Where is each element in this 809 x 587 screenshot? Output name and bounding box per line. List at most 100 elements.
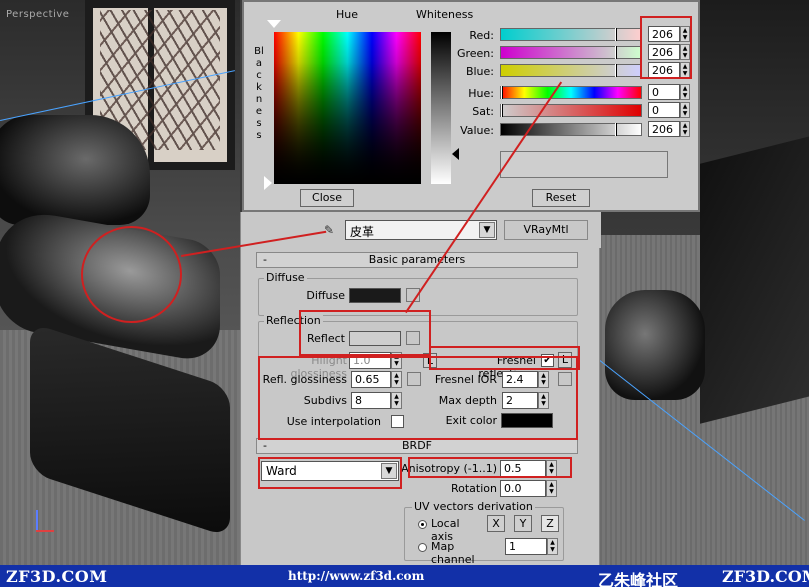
axis-y-button[interactable]: Y: [514, 515, 532, 532]
use-interpolation-label: Use interpolation: [286, 415, 381, 428]
fresnel-ior-input[interactable]: 2.4: [502, 371, 538, 388]
brdf-type-value: Ward: [266, 464, 297, 478]
spinner-arrows-icon[interactable]: ▲ ▼: [391, 392, 402, 409]
blue-label: Blue:: [465, 65, 494, 78]
brdf-type-dropdown[interactable]: Ward: [261, 461, 399, 481]
rotation-input[interactable]: 0.0: [500, 480, 546, 497]
reflect-map-button[interactable]: [406, 331, 420, 345]
sat-value[interactable]: 0: [648, 102, 680, 118]
slider-thumb[interactable]: [615, 123, 617, 136]
diffuse-color-swatch[interactable]: [349, 288, 401, 303]
spinner-arrows-icon[interactable]: ▲ ▼: [547, 538, 558, 555]
diffuse-map-button[interactable]: [406, 288, 420, 302]
value-slider[interactable]: [500, 123, 642, 136]
red-slider[interactable]: [500, 28, 642, 41]
watermark-bar: ZF3D.COM http://www.zf3d.com 乙朱峰社区 ZF3D.…: [0, 565, 809, 587]
close-button[interactable]: Close: [300, 189, 354, 207]
green-slider[interactable]: [500, 46, 642, 59]
use-interpolation-checkbox[interactable]: [391, 415, 404, 428]
local-axis-radio[interactable]: [418, 520, 427, 529]
reflect-color-swatch[interactable]: [349, 331, 401, 346]
axis-gizmo-icon: [28, 508, 58, 538]
exit-color-label: Exit color: [445, 414, 497, 427]
chevron-down-icon[interactable]: ▼: [381, 463, 397, 479]
material-name-row: ✎ 皮革 ▼ VRayMtl: [241, 212, 601, 248]
hue-value[interactable]: 0: [648, 84, 680, 100]
rollout-title: Basic parameters: [368, 253, 466, 266]
refl-glossiness-map-button[interactable]: [407, 372, 421, 386]
spinner-arrows-icon[interactable]: ▲ ▼: [546, 480, 557, 497]
map-channel-radio[interactable]: [418, 543, 427, 552]
blackness-marker-icon[interactable]: [264, 176, 272, 190]
fresnel-ior-map-button[interactable]: [558, 372, 572, 386]
spinner-arrows-icon[interactable]: ▲ ▼: [680, 44, 690, 60]
spinner-arrows-icon[interactable]: ▲ ▼: [546, 460, 557, 477]
viewport-perspective-left[interactable]: Perspective: [0, 0, 240, 565]
green-value[interactable]: 206: [648, 44, 680, 60]
viewport-object-dark: [700, 136, 809, 424]
whiteness-bar[interactable]: [431, 32, 451, 184]
material-name-field[interactable]: 皮革 ▼: [345, 220, 497, 240]
whiteness-title: Whiteness: [416, 8, 474, 21]
eyedropper-icon[interactable]: ✎: [321, 223, 337, 237]
spinner-arrows-icon[interactable]: ▲ ▼: [391, 371, 402, 388]
spinner-arrows-icon[interactable]: ▲ ▼: [680, 26, 690, 42]
diffuse-label: Diffuse: [306, 289, 345, 302]
uv-vectors-title: UV vectors derivation: [412, 500, 535, 513]
rollout-toggle-icon: -: [263, 439, 267, 452]
max-depth-label: Max depth: [438, 394, 497, 407]
hue-blackness-field[interactable]: [274, 32, 421, 184]
red-value[interactable]: 206: [648, 26, 680, 42]
slider-thumb[interactable]: [501, 86, 503, 99]
material-name-value: 皮革: [350, 225, 375, 239]
anisotropy-input[interactable]: 0.5: [500, 460, 546, 477]
refl-glossiness-input[interactable]: 0.65: [351, 371, 391, 388]
slider-thumb[interactable]: [501, 104, 503, 117]
sat-slider[interactable]: [500, 104, 642, 117]
rollout-basic-parameters[interactable]: - Basic parameters: [256, 252, 578, 268]
rollout-brdf[interactable]: - BRDF: [256, 438, 578, 454]
material-type-button[interactable]: VRayMtl: [504, 220, 588, 240]
axis-x-button[interactable]: X: [487, 515, 505, 532]
hue-row-label: Hue:: [468, 87, 494, 100]
spinner-arrows-icon[interactable]: ▲ ▼: [538, 371, 549, 388]
blue-slider[interactable]: [500, 64, 642, 77]
rollout-title: BRDF: [402, 439, 432, 452]
value-value[interactable]: 206: [648, 121, 680, 137]
watermark-url: http://www.zf3d.com: [288, 569, 425, 583]
spinner-arrows-icon[interactable]: ▲ ▼: [680, 62, 690, 78]
whiteness-marker-icon[interactable]: [452, 148, 459, 160]
viewport-label: Perspective: [6, 9, 70, 20]
hue-marker-icon[interactable]: [267, 20, 281, 28]
sat-label: Sat:: [472, 105, 494, 118]
subdivs-input[interactable]: 8: [351, 392, 391, 409]
anisotropy-label: Anisotropy (-1..1): [401, 462, 497, 475]
blackness-title: Blackness: [254, 46, 264, 141]
map-channel-input[interactable]: 1: [505, 538, 547, 555]
slider-thumb[interactable]: [615, 46, 617, 59]
spinner-arrows-icon[interactable]: ▲ ▼: [680, 84, 690, 100]
max-depth-input[interactable]: 2: [502, 392, 538, 409]
watermark-cn: 乙朱峰社区: [598, 571, 679, 587]
color-preview-swatch: [500, 151, 668, 178]
axis-z-button[interactable]: Z: [541, 515, 559, 532]
slider-thumb[interactable]: [615, 28, 617, 41]
blue-value[interactable]: 206: [648, 62, 680, 78]
hue-slider[interactable]: [500, 86, 642, 99]
hilight-lock-button[interactable]: L: [423, 353, 437, 368]
exit-color-swatch[interactable]: [501, 413, 553, 428]
spinner-arrows-icon[interactable]: ▲ ▼: [538, 392, 549, 409]
diffuse-group-title: Diffuse: [264, 271, 307, 284]
slider-thumb[interactable]: [615, 64, 617, 77]
spinner-arrows-icon[interactable]: ▲ ▼: [391, 352, 402, 369]
spinner-arrows-icon[interactable]: ▲ ▼: [680, 121, 690, 137]
fresnel-reflections-checkbox[interactable]: ✔: [541, 354, 554, 367]
reset-button[interactable]: Reset: [532, 189, 590, 207]
hilight-glossiness-input[interactable]: 1.0: [349, 352, 391, 369]
chevron-down-icon[interactable]: ▼: [479, 222, 495, 238]
reflection-group-title: Reflection: [264, 314, 323, 327]
fresnel-ior-label: Fresnel IOR: [434, 373, 497, 386]
fresnel-lock-button[interactable]: L: [558, 352, 572, 368]
reflect-label: Reflect: [307, 332, 345, 345]
spinner-arrows-icon[interactable]: ▲ ▼: [680, 102, 690, 118]
